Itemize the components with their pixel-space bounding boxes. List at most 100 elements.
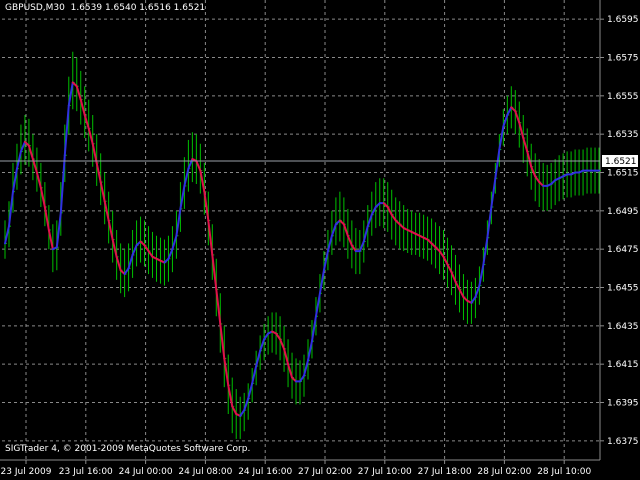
curve-segment	[47, 229, 54, 251]
curve-segment	[303, 359, 309, 377]
curve-segment	[390, 213, 397, 222]
curve-segment	[111, 238, 118, 258]
curve-segment	[506, 106, 513, 116]
curve-segment	[107, 219, 114, 241]
x-tick-label: 24 Jul 08:00	[178, 467, 232, 477]
curve-segment	[39, 186, 46, 208]
curve-segment	[498, 125, 505, 151]
curve-segment	[478, 263, 485, 287]
y-tick-label: 1.6375	[607, 437, 639, 447]
curve-segment	[299, 374, 305, 383]
time-axis[interactable]: 23 Jul 2009 23 Jul 16:00 24 Jul 00:00 24 Ju…	[1, 460, 592, 477]
curve-segment	[454, 280, 461, 291]
curve-segment	[287, 363, 294, 379]
curve-segment	[534, 175, 541, 184]
y-tick-label: 1.6595	[607, 15, 639, 25]
curve-segment	[482, 236, 489, 266]
curve-segment	[243, 397, 250, 412]
price-axis[interactable]: 1.6595 1.6575 1.6555 1.6535 1.6515 1.6495 1.64…	[600, 15, 639, 447]
curve-segment	[63, 104, 70, 157]
y-tick-label: 1.6575	[607, 54, 639, 64]
y-tick-label: 1.6535	[607, 130, 639, 140]
curve-segment	[362, 225, 369, 243]
curve-segment	[127, 253, 134, 270]
y-tick-label: 1.6475	[607, 245, 639, 255]
curve-segment	[179, 184, 186, 210]
x-tick-label: 23 Jul 2009	[1, 467, 52, 477]
curve-segment	[207, 219, 214, 256]
curve-segment	[239, 409, 246, 417]
curve-segment	[131, 244, 138, 256]
curve-segment	[123, 267, 130, 276]
curve-segment	[283, 347, 290, 366]
curve-segment	[518, 121, 525, 139]
curve-segment	[231, 405, 238, 415]
curve-segment	[275, 332, 282, 341]
curve-segment	[15, 150, 22, 170]
curve-segment	[530, 165, 537, 178]
curve-segment	[7, 190, 14, 228]
chart-window[interactable]: 1.6595 1.6575 1.6555 1.6535 1.6515 1.6495 1.64…	[0, 0, 640, 480]
curve-segment	[450, 271, 457, 283]
curve-segment	[470, 296, 477, 304]
curve-segment	[490, 177, 497, 208]
y-tick-label: 1.6495	[607, 207, 639, 217]
x-tick-label: 28 Jul 02:00	[477, 467, 531, 477]
curve-segment	[147, 250, 154, 258]
price-chart[interactable]: 1.6595 1.6575 1.6555 1.6535 1.6515 1.6495 1.64…	[0, 0, 640, 480]
curve-segment	[4, 225, 10, 245]
curve-segment	[350, 244, 357, 253]
curve-segment	[314, 292, 321, 318]
curve-segment	[195, 160, 202, 172]
x-tick-label: 24 Jul 16:00	[238, 467, 292, 477]
curve-segment	[306, 340, 313, 362]
curve-segment	[99, 181, 106, 203]
curve-segment	[19, 140, 26, 153]
x-tick-label: 27 Jul 02:00	[298, 467, 352, 477]
x-tick-label: 24 Jul 00:00	[119, 467, 173, 477]
current-price-label: 1.6521	[605, 157, 637, 167]
curve-segment	[247, 382, 254, 400]
curve-segment	[446, 263, 453, 274]
copyright-footer: SIGTrader 4, © 2001-2009 MetaQuotes Soft…	[5, 444, 251, 454]
curve-segment	[458, 288, 465, 299]
curve-segment	[223, 357, 230, 387]
curve-segment	[55, 211, 62, 249]
curve-segment	[175, 207, 182, 237]
price-bars	[4, 51, 602, 439]
x-tick-label: 27 Jul 18:00	[418, 467, 472, 477]
current-price-box: 1.6521	[602, 155, 638, 167]
curve-segment	[219, 322, 226, 360]
curve-segment	[59, 154, 66, 214]
curve-segment	[318, 269, 325, 295]
y-tick-label: 1.6515	[607, 169, 639, 179]
curve-segment	[486, 206, 493, 239]
curve-segment	[342, 223, 349, 237]
y-tick-label: 1.6435	[607, 322, 639, 332]
curve-segment	[494, 148, 501, 180]
x-tick-label: 27 Jul 10:00	[358, 467, 412, 477]
curve-segment	[67, 81, 74, 107]
curve-segment	[183, 167, 190, 187]
curve-segment	[526, 150, 533, 168]
curve-segment	[215, 288, 222, 325]
y-tick-label: 1.6415	[607, 360, 639, 370]
curve-segment	[91, 142, 98, 164]
y-tick-label: 1.6555	[607, 92, 639, 102]
curve-segment	[199, 169, 206, 193]
curve-segment	[75, 85, 82, 101]
curve-segment	[251, 365, 258, 385]
curve-segment	[35, 171, 42, 189]
x-tick-label: 23 Jul 16:00	[59, 467, 113, 477]
curve-segment	[27, 144, 34, 161]
curve-segment	[438, 250, 445, 258]
curve-segment	[346, 234, 353, 247]
curve-segment	[171, 234, 178, 251]
curve-segment	[522, 137, 529, 153]
x-tick-label: 28 Jul 10:00	[537, 467, 591, 477]
curve-segment	[211, 253, 218, 291]
curve-segment	[87, 127, 94, 145]
curve-segment	[79, 98, 86, 116]
curve-segment	[227, 384, 234, 408]
curve-segment	[115, 255, 122, 272]
